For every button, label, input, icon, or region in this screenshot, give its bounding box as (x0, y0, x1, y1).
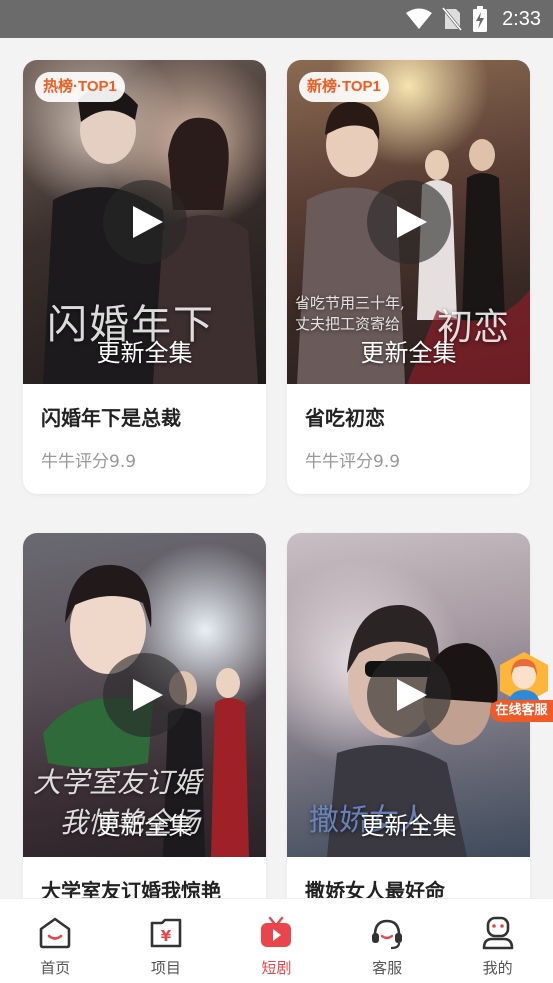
tab-service[interactable]: 客服 (332, 899, 443, 983)
play-button[interactable] (366, 180, 451, 264)
tab-profile[interactable]: 我的 (442, 899, 553, 983)
no-sim-icon (442, 7, 463, 31)
play-button[interactable] (366, 653, 451, 737)
tv-play-icon (261, 916, 292, 947)
rank-badge: 热榜·TOP1 (35, 72, 125, 102)
play-icon (396, 679, 427, 711)
drama-title[interactable]: 大学室友订婚我惊艳 (23, 857, 266, 898)
bottom-tab-bar: 首页 ¥ 项目 短剧 客服 我的 (0, 898, 553, 983)
play-icon (396, 206, 427, 238)
poster-tagline: 省吃节用三十年, 丈夫把工资寄给 (295, 294, 405, 333)
play-icon (132, 206, 163, 238)
headset-icon (372, 919, 403, 950)
status-time: 2:33 (502, 7, 541, 30)
service-agent-icon (500, 652, 548, 704)
tab-label: 首页 (40, 959, 71, 977)
svg-text:¥: ¥ (161, 927, 172, 945)
drama-score: 牛牛评分9.9 (305, 452, 401, 472)
home-icon (39, 917, 71, 949)
drama-thumbnail[interactable]: 省吃节用三十年, 丈夫把工资寄给 初恋 新榜·TOP1 更新全集 (287, 60, 530, 384)
battery-charging-icon (473, 6, 488, 32)
tab-label: 我的 (482, 959, 513, 977)
tab-label: 短剧 (261, 959, 292, 977)
drama-title[interactable]: 撒娇女人最好命 (287, 857, 530, 898)
status-icons: 2:33 (406, 6, 541, 32)
play-button[interactable] (102, 653, 187, 737)
drama-feed[interactable]: 闪婚年下 热榜·TOP1 更新全集 闪婚年下是总裁 牛牛评分9.9 省吃节用三十… (0, 38, 553, 898)
online-service-label: 在线客服 (490, 700, 553, 722)
drama-title[interactable]: 省吃初恋 (287, 384, 530, 431)
drama-title[interactable]: 闪婚年下是总裁 (23, 384, 266, 431)
tab-label: 项目 (150, 959, 181, 977)
rank-badge: 新榜·TOP1 (299, 72, 389, 102)
update-status: 更新全集 (360, 339, 457, 367)
drama-card[interactable]: 省吃节用三十年, 丈夫把工资寄给 初恋 新榜·TOP1 更新全集 省吃初恋 牛牛评… (287, 60, 530, 494)
drama-thumbnail[interactable]: 闪婚年下 热榜·TOP1 更新全集 (23, 60, 266, 384)
update-status: 更新全集 (96, 339, 193, 367)
user-icon (482, 916, 513, 950)
update-status: 更新全集 (96, 812, 193, 840)
drama-card[interactable]: 大学室友订婚 我惊艳全场 更新全集 大学室友订婚我惊艳 (23, 533, 266, 898)
wallet-icon: ¥ (150, 918, 182, 948)
online-service-button[interactable]: 在线客服 (490, 650, 553, 724)
tab-home[interactable]: 首页 (0, 899, 111, 983)
tab-label: 客服 (372, 959, 403, 977)
drama-thumbnail[interactable]: 大学室友订婚 我惊艳全场 更新全集 (23, 533, 266, 857)
play-icon (132, 679, 163, 711)
drama-card[interactable]: 闪婚年下 热榜·TOP1 更新全集 闪婚年下是总裁 牛牛评分9.9 (23, 60, 266, 494)
tab-short-drama[interactable]: 短剧 (221, 899, 332, 983)
status-bar: 2:33 (0, 0, 553, 38)
play-button[interactable] (102, 180, 187, 264)
drama-score: 牛牛评分9.9 (41, 452, 137, 472)
update-status: 更新全集 (360, 812, 457, 840)
tab-projects[interactable]: ¥ 项目 (111, 899, 222, 983)
wifi-icon (406, 8, 433, 29)
